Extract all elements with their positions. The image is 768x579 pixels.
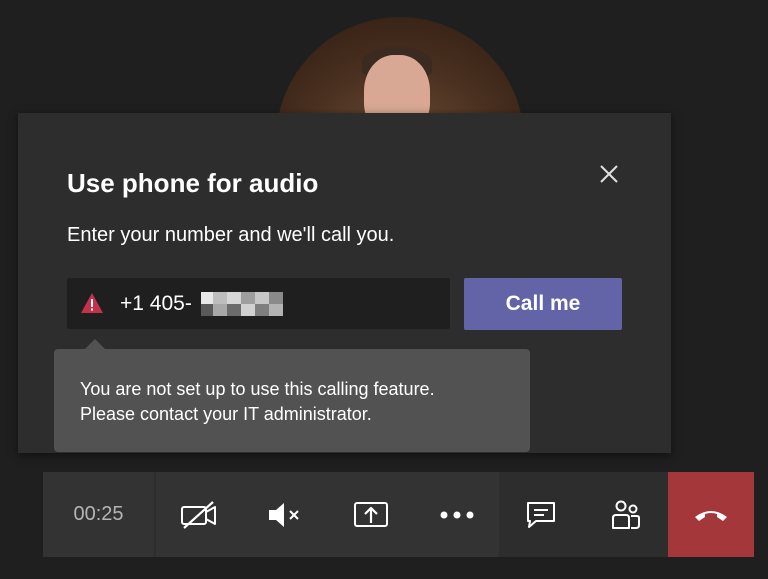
phone-number-input[interactable]: +1 405-: [67, 278, 450, 329]
error-line-2: Please contact your IT administrator.: [80, 404, 372, 424]
call-timer: 00:25: [43, 472, 154, 557]
tooltip-arrow: [84, 339, 106, 350]
share-screen-button[interactable]: [328, 472, 414, 557]
more-icon: [440, 511, 473, 518]
close-icon: [600, 165, 618, 183]
hang-up-icon: [695, 510, 727, 521]
share-screen-icon: [354, 501, 388, 527]
phone-number-value: +1 405-: [120, 292, 192, 315]
participants-button[interactable]: [583, 472, 668, 557]
more-options-button[interactable]: [414, 472, 499, 557]
chat-icon: [527, 501, 555, 528]
error-tooltip: You are not set up to use this calling f…: [54, 339, 530, 452]
warning-icon: [81, 293, 103, 313]
error-message: You are not set up to use this calling f…: [80, 377, 435, 427]
speaker-muted-icon: [269, 502, 299, 527]
dialog-subtitle: Enter your number and we'll call you.: [67, 224, 395, 246]
call-controls-bar: 00:25: [43, 472, 754, 557]
speaker-toggle-button[interactable]: [242, 472, 328, 557]
chat-button[interactable]: [499, 472, 583, 557]
participants-icon: [611, 500, 640, 529]
dialog-title: Use phone for audio: [67, 168, 319, 198]
call-me-button[interactable]: Call me: [464, 278, 622, 330]
error-line-1: You are not set up to use this calling f…: [80, 379, 435, 399]
hang-up-button[interactable]: [668, 472, 754, 557]
camera-off-icon: [181, 500, 216, 529]
camera-toggle-button[interactable]: [156, 472, 242, 557]
redacted-digits: [201, 292, 301, 316]
close-button[interactable]: [594, 159, 624, 189]
media-controls: [156, 472, 499, 557]
